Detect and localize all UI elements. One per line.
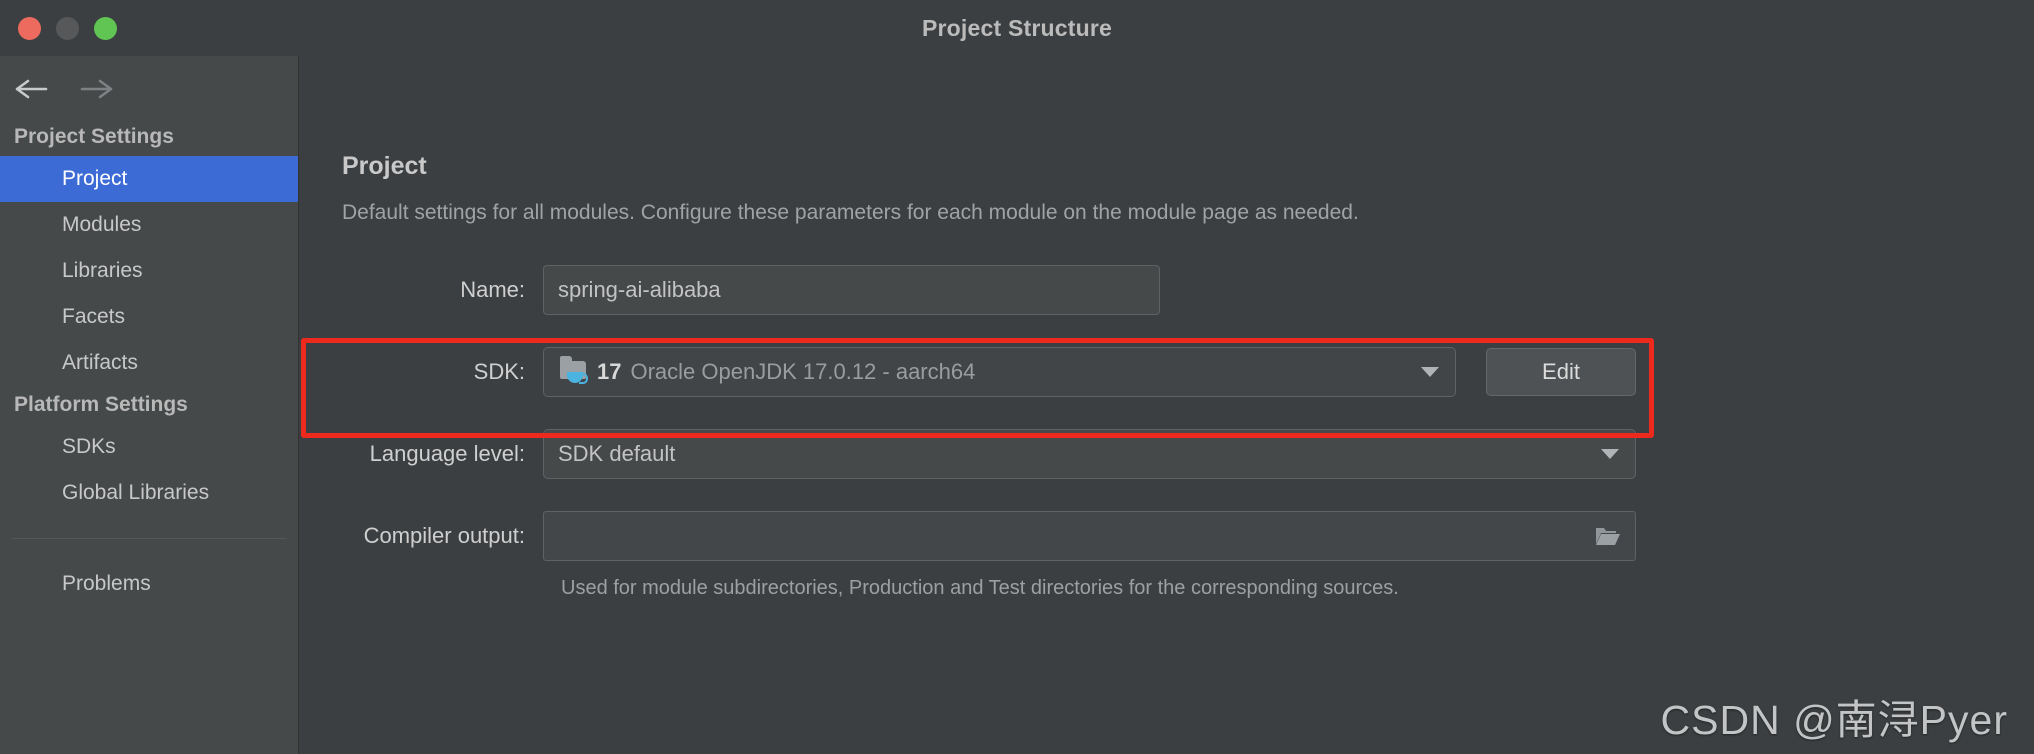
- language-level-label: Language level:: [369, 441, 525, 466]
- zoom-window-button[interactable]: [94, 16, 117, 40]
- sidebar-item-modules[interactable]: Modules: [0, 202, 298, 248]
- folder-open-icon[interactable]: [1595, 525, 1621, 547]
- project-settings-panel: Project Default settings for all modules…: [299, 56, 2034, 754]
- sidebar-item-problems[interactable]: Problems: [0, 561, 298, 607]
- sdk-version-badge: 17: [597, 359, 622, 384]
- page-title: Project: [342, 152, 427, 180]
- close-window-button[interactable]: [18, 16, 41, 40]
- window-body: Project Settings Project Modules Librari…: [0, 56, 2034, 754]
- compiler-output-helper-text: Used for module subdirectories, Producti…: [561, 577, 1399, 599]
- edit-sdk-button[interactable]: Edit: [1486, 348, 1636, 396]
- language-level-select[interactable]: SDK default: [543, 429, 1636, 479]
- sdk-label: SDK:: [473, 359, 525, 384]
- sidebar-divider: [12, 538, 286, 539]
- window-title: Project Structure: [921, 14, 1112, 41]
- name-label: Name:: [460, 277, 525, 302]
- compiler-output-row: Compiler output:: [329, 509, 2034, 563]
- chevron-down-icon[interactable]: [1601, 449, 1619, 459]
- sdk-select-value: Oracle OpenJDK 17.0.12 - aarch64: [630, 359, 976, 384]
- sidebar-item-global-libraries[interactable]: Global Libraries: [0, 470, 298, 516]
- sdk-row: SDK: 17 Oracle OpenJDK 17.0.12 - aarch64…: [329, 345, 2034, 399]
- edit-sdk-button-label: Edit: [1542, 359, 1580, 384]
- sidebar-item-project[interactable]: Project: [0, 156, 298, 202]
- name-row: Name: spring-ai-alibaba: [329, 263, 2034, 317]
- sidebar-item-sdks[interactable]: SDKs: [0, 424, 298, 470]
- arrow-right-icon[interactable]: [78, 76, 114, 102]
- compiler-output-input[interactable]: [543, 511, 1636, 561]
- sidebar-item-artifacts[interactable]: Artifacts: [0, 340, 298, 386]
- language-level-value: SDK default: [558, 441, 676, 466]
- navigation-arrows: [0, 60, 298, 118]
- language-level-row: Language level: SDK default: [329, 427, 2034, 481]
- watermark: CSDN @南浔Pyer: [1660, 697, 2008, 743]
- name-input[interactable]: spring-ai-alibaba: [543, 265, 1160, 315]
- compiler-output-label: Compiler output:: [363, 523, 525, 548]
- sdk-select[interactable]: 17 Oracle OpenJDK 17.0.12 - aarch64: [543, 347, 1456, 397]
- arrow-left-icon[interactable]: [14, 76, 50, 102]
- title-bar: Project Structure: [0, 0, 2034, 56]
- sidebar-item-libraries[interactable]: Libraries: [0, 248, 298, 294]
- settings-sidebar: Project Settings Project Modules Librari…: [0, 56, 299, 754]
- chevron-down-icon[interactable]: [1421, 367, 1439, 377]
- traffic-light-controls: [0, 16, 117, 40]
- java-sdk-folder-icon: [560, 356, 590, 387]
- page-description: Default settings for all modules. Config…: [342, 201, 1359, 224]
- sidebar-group-platform-settings: Platform Settings: [14, 393, 188, 416]
- sidebar-item-facets[interactable]: Facets: [0, 294, 298, 340]
- project-structure-window: Project Structure Project Settings Proje…: [0, 0, 2034, 754]
- sidebar-group-project-settings: Project Settings: [14, 125, 174, 148]
- minimize-window-button[interactable]: [56, 16, 79, 40]
- name-input-value: spring-ai-alibaba: [558, 277, 721, 302]
